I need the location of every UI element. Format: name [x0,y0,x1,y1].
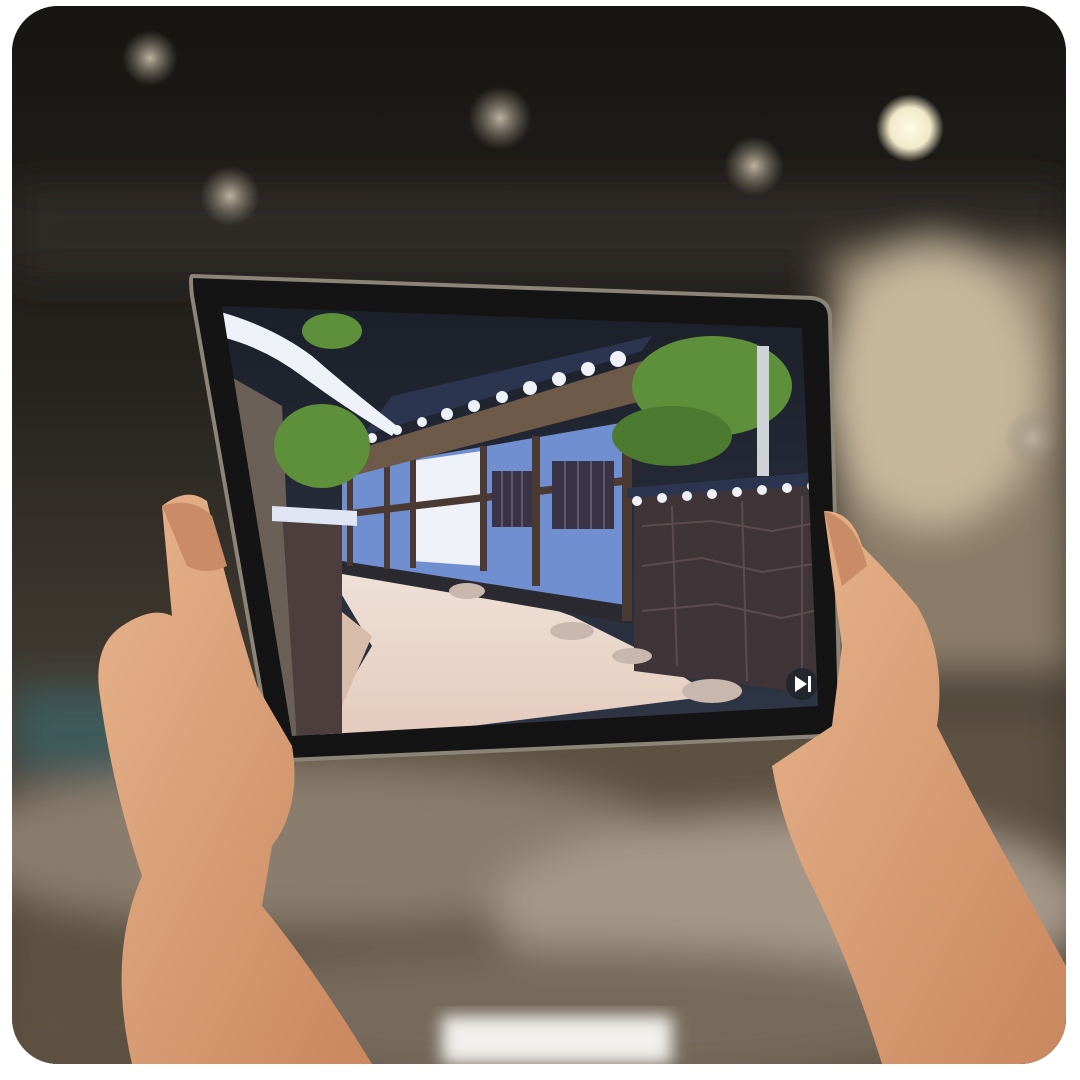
scene [12,6,1066,1064]
lattice-windows [492,461,614,529]
tablet [189,273,843,763]
ar-screen [222,306,818,736]
play-skip-icon[interactable] [786,668,818,700]
stone-wall-right [627,471,818,696]
photo-frame [12,6,1066,1064]
sleeve [442,1016,672,1064]
